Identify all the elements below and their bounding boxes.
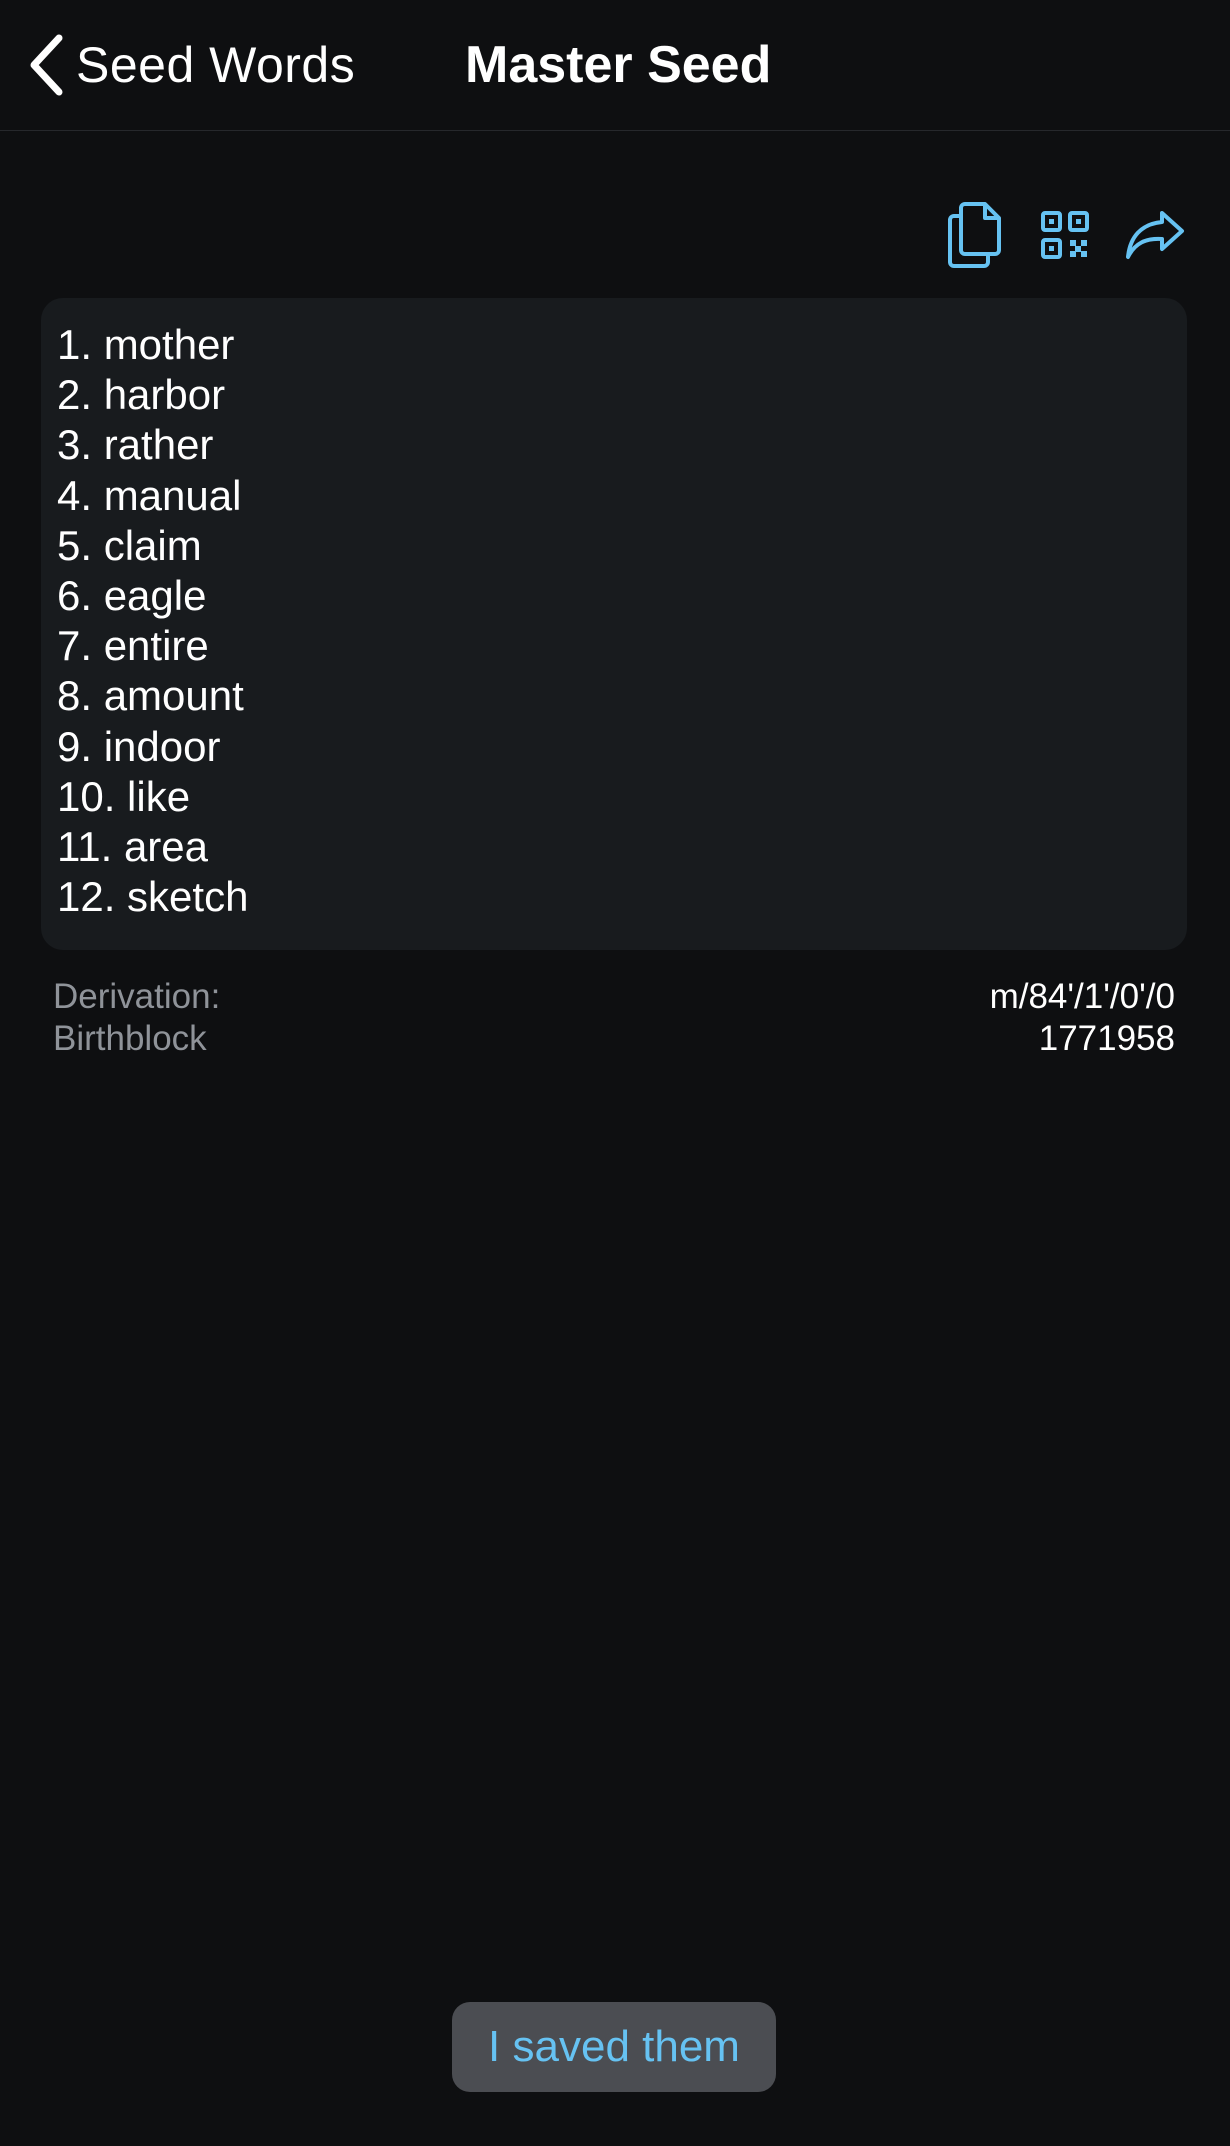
seed-word-6: 6. eagle [57,572,207,620]
qr-code-button[interactable] [1030,202,1100,272]
derivation-value: m/84'/1'/0'/0 [989,977,1175,1016]
saved-them-button[interactable]: I saved them [452,2002,776,2092]
navigation-bar: Seed Words Master Seed [0,0,1230,131]
copy-icon [945,200,1005,275]
share-icon [1124,209,1186,266]
copy-button[interactable] [940,200,1010,275]
seed-word-1: 1. mother [57,321,235,368]
derivation-row: Derivation: m/84'/1'/0'/0 [53,976,1175,1018]
back-label: Seed Words [76,37,356,93]
seed-word-5: 5. claim [57,521,202,569]
birthblock-row: Birthblock 1771958 [53,1018,1175,1060]
seed-metadata: Derivation: m/84'/1'/0'/0 Birthblock 177… [53,976,1175,1060]
seed-word-12: 12. sketch [57,873,249,921]
action-toolbar [920,200,1190,274]
qr-code-icon [1040,210,1090,265]
seed-word-11: 11. area [57,823,208,871]
derivation-label: Derivation: [53,977,221,1016]
seed-word-7: 7. entire [57,622,209,670]
seed-word-9: 9. indoor [57,722,221,770]
chevron-left-icon [28,34,64,96]
birthblock-label: Birthblock [53,1019,207,1058]
page-title: Master Seed [465,36,772,94]
seed-word-10: 10. like [57,772,191,820]
back-button[interactable]: Seed Words [28,30,355,100]
seed-word-4: 4. manual [57,471,242,519]
seed-word-2: 2. harbor [57,371,226,419]
seed-words-box[interactable]: 1. mother 2. harbor 3. rather 4. manual … [41,298,1187,950]
share-button[interactable] [1120,202,1190,272]
birthblock-value: 1771958 [1038,1019,1175,1058]
seed-word-3: 3. rather [57,421,214,469]
seed-word-8: 8. amount [57,672,244,720]
